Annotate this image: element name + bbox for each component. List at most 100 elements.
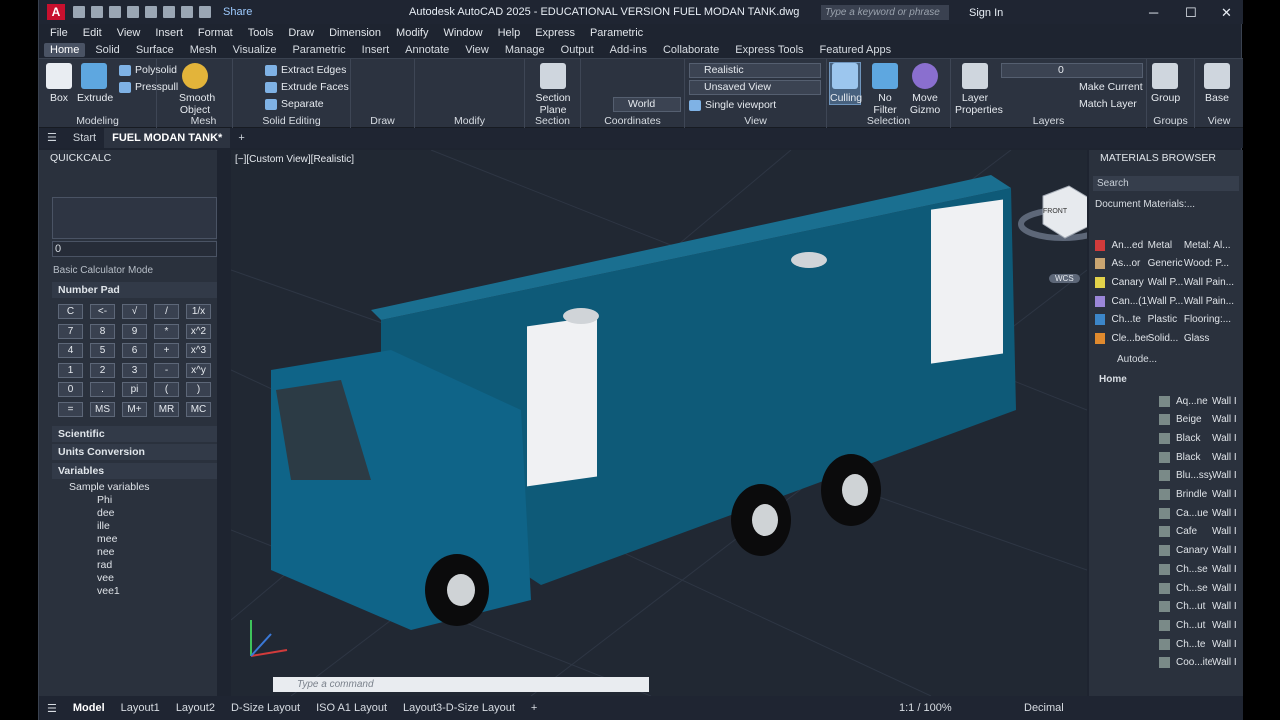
named-view-dropdown[interactable]: Unsaved View xyxy=(689,80,821,95)
modify-label[interactable]: Modify xyxy=(415,115,524,127)
extrude-button[interactable]: Extrude xyxy=(77,63,113,104)
tab-solid[interactable]: Solid xyxy=(89,43,125,57)
no-filter-button[interactable]: No Filter xyxy=(867,63,903,116)
library-row[interactable]: Ca...ue Wall I xyxy=(1155,504,1241,522)
keypad-key[interactable]: x^3 xyxy=(186,343,211,358)
new-icon[interactable] xyxy=(73,6,85,18)
section-plane-button[interactable]: Section Plane xyxy=(533,63,573,116)
keypad-key[interactable]: √ xyxy=(122,304,147,319)
keypad-key[interactable]: 5 xyxy=(90,343,115,358)
keypad-key[interactable]: MS xyxy=(90,401,115,417)
viewcube-front-label[interactable]: FRONT xyxy=(1043,208,1067,215)
keypad-key[interactable]: 6 xyxy=(122,343,147,358)
keypad-key[interactable]: MR xyxy=(154,401,179,417)
tab-annotate[interactable]: Annotate xyxy=(399,43,455,57)
menu-modify[interactable]: Modify xyxy=(396,27,428,39)
material-row[interactable]: Canary Wall P... Wall Pain... xyxy=(1091,273,1241,291)
keypad-key[interactable]: M+ xyxy=(122,401,147,417)
keypad-key[interactable]: 3 xyxy=(122,362,147,378)
keypad-key[interactable]: 1 xyxy=(58,362,83,378)
keypad-key[interactable]: / xyxy=(154,304,179,319)
box-button[interactable]: Box xyxy=(45,63,73,104)
keypad-key[interactable]: - xyxy=(154,362,179,378)
library-row[interactable]: Ch...te Wall I xyxy=(1155,635,1241,653)
redo-icon[interactable] xyxy=(199,6,211,18)
material-row[interactable]: As...or Generic Wood: P... xyxy=(1091,255,1241,273)
material-row[interactable]: Can...(1) Wall P... Wall Pain... xyxy=(1091,292,1241,310)
keypad-key[interactable]: 8 xyxy=(90,323,115,339)
layout-tab[interactable]: D-Size Layout xyxy=(223,702,308,714)
calc-input[interactable]: 0 xyxy=(52,241,217,257)
material-row[interactable]: Cle...ber Solid... Glass xyxy=(1091,330,1241,348)
variables-header[interactable]: Variables xyxy=(52,463,217,479)
units-conversion-header[interactable]: Units Conversion xyxy=(52,444,217,460)
library-row[interactable]: Ch...ut Wall I xyxy=(1155,598,1241,616)
group-button[interactable]: Group xyxy=(1151,63,1180,104)
keypad-key[interactable]: ( xyxy=(154,382,179,397)
library-row[interactable]: Cafe Wall I xyxy=(1155,523,1241,541)
command-line-input[interactable]: Type a command xyxy=(273,677,649,692)
home-node[interactable]: Home xyxy=(1099,374,1127,385)
annotation-scale[interactable]: 1:1 / 100% xyxy=(899,702,952,714)
tab-express-tools[interactable]: Express Tools xyxy=(729,43,809,57)
autocad-logo[interactable]: A xyxy=(47,4,65,20)
sample-variables-node[interactable]: Sample variables xyxy=(69,481,150,493)
close-icon[interactable]: ✕ xyxy=(1221,5,1232,21)
app-menu-icon[interactable]: ☰ xyxy=(39,128,65,148)
viewport-config-button[interactable]: Single viewport xyxy=(689,99,776,111)
menu-dimension[interactable]: Dimension xyxy=(329,27,381,39)
variable-item[interactable]: Phi xyxy=(97,494,112,506)
layouts-menu-icon[interactable]: ☰ xyxy=(39,702,65,715)
variable-item[interactable]: vee xyxy=(97,572,114,584)
cloud-icon[interactable] xyxy=(145,6,157,18)
keypad-key[interactable]: <- xyxy=(90,304,115,319)
keypad-key[interactable]: x^y xyxy=(186,362,211,378)
materials-search[interactable]: Search xyxy=(1093,176,1239,191)
menu-parametric[interactable]: Parametric xyxy=(590,27,643,39)
material-row[interactable]: An...ed Metal Metal: Al... xyxy=(1091,236,1241,254)
extract-edges-button[interactable]: Extract Edges xyxy=(265,64,346,76)
tab-home[interactable]: Home xyxy=(44,42,86,57)
keypad-key[interactable]: * xyxy=(154,323,179,339)
library-row[interactable]: Aq...ne Wall I xyxy=(1155,392,1241,410)
tab-featured-apps[interactable]: Featured Apps xyxy=(814,43,898,57)
tab-parametric[interactable]: Parametric xyxy=(286,43,351,57)
separate-button[interactable]: Separate xyxy=(265,98,324,110)
layout-tab[interactable]: Layout1 xyxy=(113,702,168,714)
match-layer-button[interactable]: Match Layer xyxy=(1079,98,1137,110)
menu-edit[interactable]: Edit xyxy=(83,27,102,39)
variable-item[interactable]: mee xyxy=(97,533,117,545)
tab-visualize[interactable]: Visualize xyxy=(227,43,283,57)
groups-label[interactable]: Groups xyxy=(1147,115,1194,127)
visual-style-dropdown[interactable]: Realistic xyxy=(689,63,821,78)
add-layout-icon[interactable]: + xyxy=(523,702,545,714)
presspull-button[interactable]: Presspull xyxy=(119,81,178,93)
menu-tools[interactable]: Tools xyxy=(248,27,274,39)
keypad-key[interactable]: 9 xyxy=(122,323,147,339)
library-row[interactable]: Brindle Wall I xyxy=(1155,486,1241,504)
move-gizmo-button[interactable]: Move Gizmo xyxy=(907,63,943,116)
new-tab-icon[interactable]: + xyxy=(230,128,252,148)
modeling-label[interactable]: Modeling xyxy=(39,115,156,127)
tab-view[interactable]: View xyxy=(459,43,495,57)
view-label[interactable]: View xyxy=(685,115,826,127)
keypad-key[interactable]: ) xyxy=(186,382,211,397)
open-icon[interactable] xyxy=(91,6,103,18)
selection-label[interactable]: Selection xyxy=(827,115,950,127)
menu-window[interactable]: Window xyxy=(443,27,482,39)
sign-in-button[interactable]: Sign In xyxy=(969,7,1003,19)
tab-surface[interactable]: Surface xyxy=(130,43,180,57)
tab-insert[interactable]: Insert xyxy=(356,43,396,57)
ucs-world-dropdown[interactable]: World xyxy=(613,97,681,112)
variable-item[interactable]: vee1 xyxy=(97,585,120,597)
layout-tab[interactable]: Layout2 xyxy=(168,702,223,714)
library-row[interactable]: Coo...ite Wall I xyxy=(1155,654,1241,672)
menu-draw[interactable]: Draw xyxy=(288,27,314,39)
keypad-key[interactable]: 0 xyxy=(58,382,83,397)
library-row[interactable]: Ch...ut Wall I xyxy=(1155,616,1241,634)
keypad-key[interactable]: 7 xyxy=(58,323,83,339)
keypad-key[interactable]: MC xyxy=(186,401,211,417)
tab-add-ins[interactable]: Add-ins xyxy=(604,43,653,57)
tab-model[interactable]: Model xyxy=(65,702,113,714)
keypad-key[interactable]: 2 xyxy=(90,362,115,378)
